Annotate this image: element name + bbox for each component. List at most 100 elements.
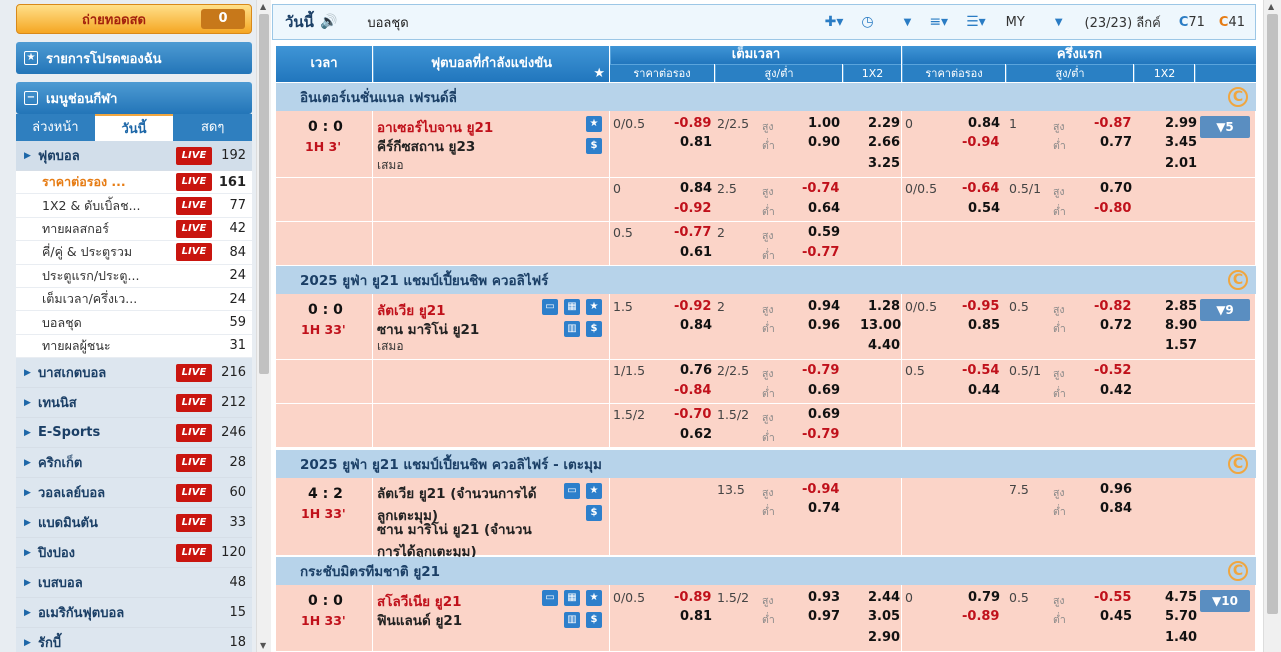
star-icon[interactable]: ★	[586, 590, 602, 606]
odds-value[interactable]: 0.69	[808, 407, 840, 422]
league-header[interactable]: อินเตอร์เนชั่นแนล เฟรนด์ลี่ C	[276, 83, 1256, 111]
odds-value[interactable]: 1.00	[808, 116, 840, 131]
odds-value[interactable]: 2.29	[868, 116, 900, 131]
sub-item-correct-score[interactable]: ทายผลสกอร์ LIVE 42	[16, 217, 252, 242]
odds-value[interactable]: -0.89	[674, 590, 711, 605]
live-video-icon[interactable]: ▭	[542, 299, 558, 315]
odds-value[interactable]: 0.69	[808, 383, 840, 398]
odds-value[interactable]: 13.00	[860, 318, 901, 333]
odds-value[interactable]: 0.44	[968, 383, 1000, 398]
odds-value[interactable]: 0.59	[808, 225, 840, 240]
sport-item-badminton[interactable]: ▶ แบดมินตัน LIVE 33	[16, 508, 252, 539]
league-header[interactable]: 2025 ยูฟ่า ยู21 แชมป์เปี้ยนชิพ ควอลิไฟร์…	[276, 266, 1256, 294]
odds-value[interactable]: 0.97	[808, 609, 840, 624]
odds-value[interactable]: -0.55	[1094, 590, 1131, 605]
odds-value[interactable]: 0.84	[968, 116, 1000, 131]
dollar-icon[interactable]: $	[586, 612, 602, 628]
odds-type-select[interactable]: MY	[1006, 15, 1025, 30]
sub-item-first-goal[interactable]: ประตูแรก/ประตู... 24	[16, 264, 252, 288]
odds-value[interactable]: 2.01	[1165, 156, 1197, 171]
odds-value[interactable]: 2.99	[1165, 116, 1197, 131]
dollar-icon[interactable]: $	[586, 321, 602, 337]
sport-item-basketball[interactable]: ▶ บาสเกตบอล LIVE 216	[16, 358, 252, 389]
odds-value[interactable]: 0.70	[1100, 181, 1132, 196]
odds-value[interactable]: 0.77	[1100, 135, 1132, 150]
odds-value[interactable]: 1.40	[1165, 630, 1197, 645]
refresh-icon[interactable]: C	[1228, 454, 1248, 474]
live-video-icon[interactable]: ▭	[542, 590, 558, 606]
sport-item-baseball[interactable]: ▶ เบสบอล 48	[16, 568, 252, 599]
odds-value[interactable]: 0.85	[968, 318, 1000, 333]
favorites-button[interactable]: ★ รายการโปรดของฉัน	[16, 42, 252, 74]
sub-item-odd-even[interactable]: คี่/คู่ & ประตูรวม LIVE 84	[16, 241, 252, 265]
sport-item-football[interactable]: ▶ ฟุตบอล LIVE 192	[16, 141, 252, 171]
odds-value[interactable]: -0.64	[962, 181, 999, 196]
odds-value[interactable]: 3.45	[1165, 135, 1197, 150]
tab-early[interactable]: ล่วงหน้า	[16, 114, 95, 141]
refresh-button[interactable]: C71	[1179, 15, 1205, 30]
sub-item-parlay[interactable]: บอลชุด 59	[16, 311, 252, 335]
odds-value[interactable]: -0.52	[1094, 363, 1131, 378]
add-icon[interactable]: ✚▾	[825, 14, 844, 30]
odds-value[interactable]: 0.61	[680, 245, 712, 260]
odds-value[interactable]: 0.45	[1100, 609, 1132, 624]
odds-value[interactable]: -0.89	[962, 609, 999, 624]
odds-value[interactable]: 4.75	[1165, 590, 1197, 605]
stats-icon[interactable]: ▥	[564, 612, 580, 628]
speaker-icon[interactable]: 🔊	[320, 14, 337, 30]
odds-value[interactable]: 0.94	[808, 299, 840, 314]
odds-value[interactable]: -0.77	[802, 245, 839, 260]
odds-value[interactable]: 0.96	[1100, 482, 1132, 497]
more-bets-button[interactable]: ▼10	[1200, 590, 1250, 612]
list-icon[interactable]: ☰▾	[966, 14, 986, 30]
sub-item-ht-ft[interactable]: เต็มเวลา/ครึ่งเว... 24	[16, 287, 252, 312]
league-header[interactable]: 2025 ยูฟ่า ยู21 แชมป์เปี้ยนชิพ ควอลิไฟร์…	[276, 450, 1256, 478]
odds-value[interactable]: 0.64	[808, 201, 840, 216]
odds-value[interactable]: 5.70	[1165, 609, 1197, 624]
odds-value[interactable]: 0.54	[968, 201, 1000, 216]
odds-value[interactable]: -0.92	[674, 299, 711, 314]
scrollbar-thumb[interactable]	[1267, 14, 1278, 614]
odds-value[interactable]: -0.80	[1094, 201, 1131, 216]
pitch-icon[interactable]: ▦	[564, 590, 580, 606]
odds-value[interactable]: 2.85	[1165, 299, 1197, 314]
odds-value[interactable]: 0.84	[1100, 501, 1132, 516]
sport-item-table-tennis[interactable]: ▶ ปิงปอง LIVE 120	[16, 538, 252, 569]
clock-icon[interactable]: ◷	[861, 14, 873, 30]
odds-value[interactable]: 1.57	[1165, 338, 1197, 353]
odds-value[interactable]: -0.74	[802, 181, 839, 196]
pitch-icon[interactable]: ▦	[564, 299, 580, 315]
odds-value[interactable]: 3.25	[868, 156, 900, 171]
odds-value[interactable]: -0.70	[674, 407, 711, 422]
odds-value[interactable]: -0.92	[674, 201, 711, 216]
scroll-up-icon[interactable]: ▲	[260, 2, 266, 11]
scroll-up-icon[interactable]: ▲	[1268, 2, 1274, 11]
odds-value[interactable]: -0.89	[674, 116, 711, 131]
sub-item-outright[interactable]: ทายผลผู้ชนะ 31	[16, 334, 252, 359]
odds-value[interactable]: 2.44	[868, 590, 900, 605]
scrollbar-thumb[interactable]	[259, 14, 269, 374]
away-team[interactable]: ซาน มาริโน่ ยู21 (จำนวน การได้ลูกเตะมุม)	[377, 518, 532, 562]
odds-value[interactable]: 0.72	[1100, 318, 1132, 333]
odds-value[interactable]: 1.28	[868, 299, 900, 314]
dollar-icon[interactable]: $	[586, 505, 602, 521]
league-header[interactable]: กระชับมิตรทีมชาติ ยู21 C	[276, 557, 1256, 585]
sport-item-rugby[interactable]: ▶ รักบี้ 18	[16, 628, 252, 652]
odds-value[interactable]: -0.84	[674, 383, 711, 398]
star-icon[interactable]: ★	[586, 483, 602, 499]
odds-value[interactable]: -0.87	[1094, 116, 1131, 131]
odds-value[interactable]: -0.82	[1094, 299, 1131, 314]
odds-value[interactable]: -0.79	[802, 427, 839, 442]
sidebar-scrollbar[interactable]: ▲ ▼	[256, 0, 271, 652]
stats-icon[interactable]: ▥	[564, 321, 580, 337]
odds-value[interactable]: 3.05	[868, 609, 900, 624]
main-scrollbar[interactable]: ▲	[1263, 0, 1281, 652]
odds-value[interactable]: 4.40	[868, 338, 900, 353]
odds-value[interactable]: -0.79	[802, 363, 839, 378]
odds-value[interactable]: 0.93	[808, 590, 840, 605]
refresh-button-2[interactable]: C41	[1219, 15, 1245, 30]
sort-icon[interactable]: ≡▾	[929, 14, 948, 30]
sub-item-handicap[interactable]: ราคาต่อรอง ... LIVE 161	[16, 171, 252, 195]
sport-item-american-football[interactable]: ▶ อเมริกันฟุตบอล 15	[16, 598, 252, 629]
odds-value[interactable]: 0.96	[808, 318, 840, 333]
